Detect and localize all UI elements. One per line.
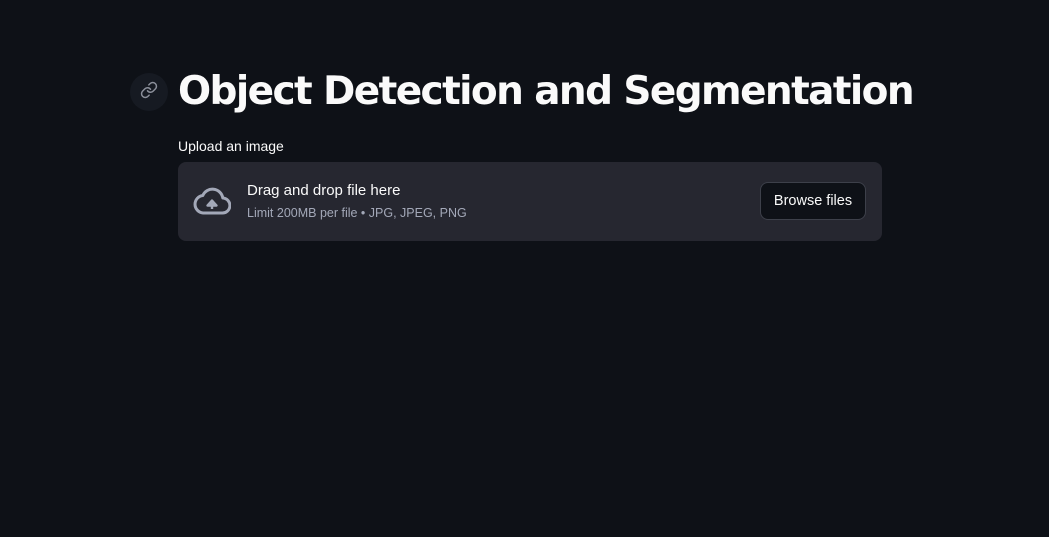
drop-title: Drag and drop file here (247, 182, 401, 199)
file-dropzone[interactable]: Drag and drop file here Limit 200MB per … (178, 162, 882, 241)
drop-instructions: Drag and drop file here Limit 200MB per … (247, 181, 467, 222)
browse-files-button[interactable]: Browse files (760, 182, 866, 220)
header-anchor-link[interactable] (130, 73, 168, 111)
link-icon (140, 81, 158, 104)
drop-limit-text: Limit 200MB per file • JPG, JPEG, PNG (247, 206, 467, 220)
page-title: Object Detection and Segmentation (178, 69, 915, 114)
cloud-upload-icon (193, 186, 232, 216)
title-row: Object Detection and Segmentation (130, 66, 915, 118)
upload-label: Upload an image (178, 138, 284, 154)
